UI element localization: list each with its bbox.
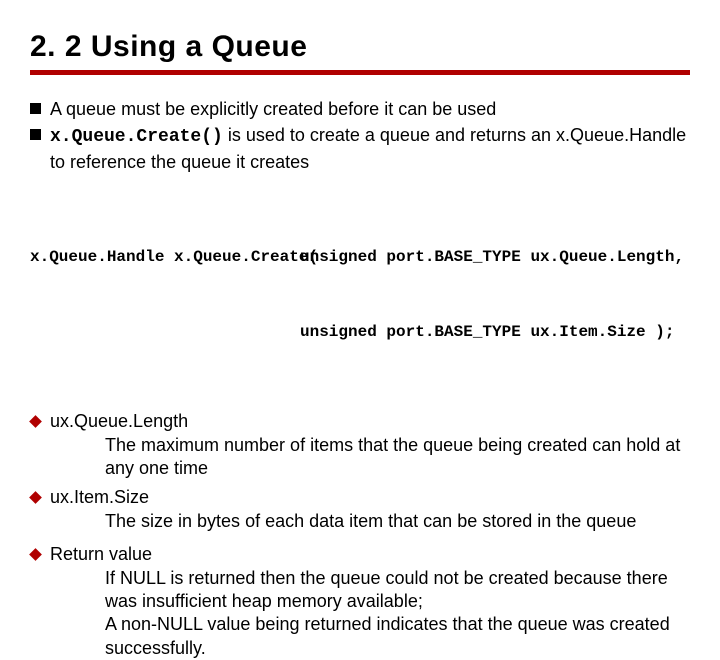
function-signature: x.Queue.Handle x.Queue.Create( unsigned … [30, 196, 690, 394]
param-item: Return value If NULL is returned then th… [30, 543, 690, 660]
param-name: ux.Item.Size [50, 487, 149, 507]
slide-title: 2. 2 Using a Queue [30, 30, 690, 64]
intro-bullets: A queue must be explicitly created befor… [30, 97, 690, 174]
signature-left-blank [30, 320, 300, 345]
signature-left: x.Queue.Handle x.Queue.Create( [30, 245, 300, 270]
bullet-text: A queue must be explicitly created befor… [50, 99, 496, 119]
bullet-item: A queue must be explicitly created befor… [30, 97, 690, 121]
param-desc: The size in bytes of each data item that… [50, 510, 690, 533]
signature-arg-1: unsigned port.BASE_TYPE ux.Queue.Length, [300, 245, 690, 270]
param-name: ux.Queue.Length [50, 411, 188, 431]
param-name: Return value [50, 544, 152, 564]
bullet-item: x.Queue.Create() is used to create a que… [30, 123, 690, 174]
parameter-list: ux.Queue.Length The maximum number of it… [30, 410, 690, 660]
param-item: ux.Item.Size The size in bytes of each d… [30, 486, 690, 533]
bullet-code: x.Queue.Create() [50, 127, 223, 147]
param-item: ux.Queue.Length The maximum number of it… [30, 410, 690, 480]
param-desc: The maximum number of items that the que… [50, 434, 690, 481]
param-desc: If NULL is returned then the queue could… [50, 567, 690, 660]
signature-arg-2: unsigned port.BASE_TYPE ux.Item.Size ); [300, 320, 690, 345]
title-underline [30, 70, 690, 75]
slide: 2. 2 Using a Queue A queue must be expli… [0, 0, 720, 540]
